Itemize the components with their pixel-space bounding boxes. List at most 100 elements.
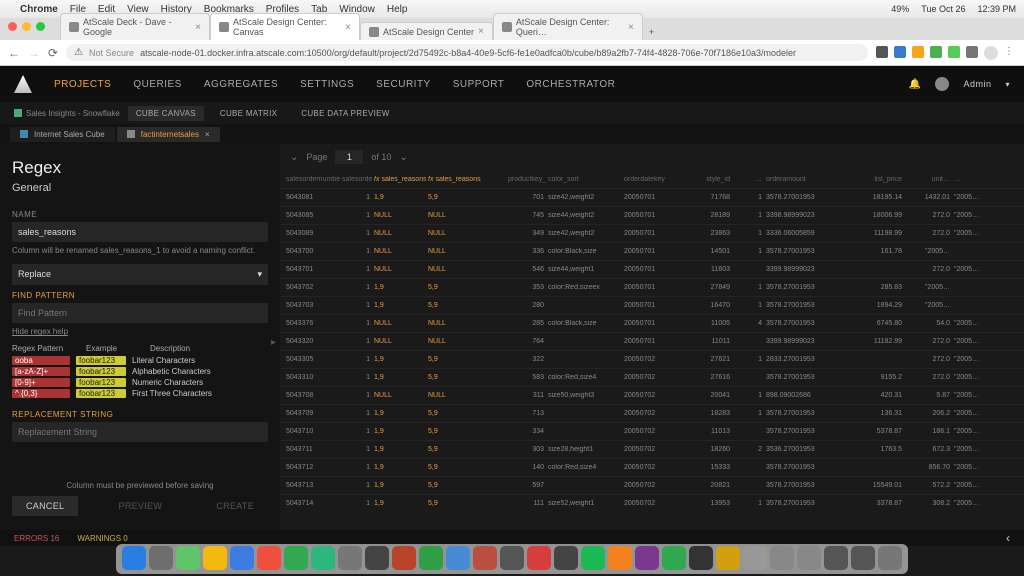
address-bar[interactable]: ⚠ Not Secure atscale-node-01.docker.infr… <box>66 44 868 61</box>
window-controls[interactable] <box>8 22 45 31</box>
table-row[interactable]: 504330511,95,9322200507022762112833.2700… <box>280 350 1024 368</box>
breadcrumb[interactable]: Sales Insights - Snowflake <box>14 109 120 118</box>
dock-app-icon[interactable] <box>149 546 173 570</box>
tab-cube-canvas[interactable]: CUBE CANVAS <box>128 106 204 121</box>
close-icon[interactable]: × <box>195 22 201 33</box>
zoom-window-icon[interactable] <box>36 22 45 31</box>
dock-app-icon[interactable] <box>419 546 443 570</box>
dock-app-icon[interactable] <box>797 546 821 570</box>
chevron-down-icon[interactable]: ⌄ <box>290 152 298 163</box>
table-row[interactable]: 504331011,95,9583color:Red,size420050702… <box>280 368 1024 386</box>
action-select[interactable]: Replace▾ <box>12 264 268 285</box>
close-icon[interactable]: × <box>478 26 484 37</box>
close-icon[interactable]: × <box>628 22 634 33</box>
table-row[interactable]: 504371111,95,9303size28,height1200507021… <box>280 440 1024 458</box>
user-label[interactable]: Admin <box>963 79 991 89</box>
tab-cube-data-preview[interactable]: CUBE DATA PREVIEW <box>293 106 397 121</box>
chevron-down-icon[interactable]: ⌄ <box>399 152 407 163</box>
table-row[interactable]: 504371011,95,933420050702110133578.27001… <box>280 422 1024 440</box>
ext-icon[interactable] <box>966 46 978 58</box>
ext-icon[interactable] <box>876 46 888 58</box>
dock-app-icon[interactable] <box>635 546 659 570</box>
close-icon[interactable]: × <box>205 130 210 139</box>
back-icon[interactable]: ← <box>8 46 20 60</box>
table-row[interactable]: 504370311,95,9280200507011647013578.2700… <box>280 296 1024 314</box>
bell-icon[interactable]: 🔔 <box>909 79 922 90</box>
minimize-window-icon[interactable] <box>22 22 31 31</box>
dock-app-icon[interactable] <box>527 546 551 570</box>
nav-orchestrator[interactable]: ORCHESTRATOR <box>526 79 615 90</box>
column-header[interactable]: productkey_sort <box>506 176 546 183</box>
dock-app-icon[interactable] <box>716 546 740 570</box>
column-header[interactable]: … <box>732 176 764 183</box>
chevron-down-icon[interactable]: ▾ <box>1005 80 1010 89</box>
column-header[interactable]: orderdatekey <box>622 176 684 183</box>
profile-icon[interactable] <box>984 46 998 60</box>
dock-app-icon[interactable] <box>851 546 875 570</box>
dock-app-icon[interactable] <box>122 546 146 570</box>
column-header[interactable]: unit… <box>904 176 952 183</box>
warnings-badge[interactable]: WARNINGS 0 <box>77 534 127 543</box>
table-row[interactable]: 50437011NULLNULL546size44,weight12005070… <box>280 260 1024 278</box>
column-header[interactable]: fxsales_reasons (1) <box>372 176 426 183</box>
dock-app-icon[interactable] <box>392 546 416 570</box>
table-row[interactable]: 50433201NULLNULL76420050701110113399.989… <box>280 332 1024 350</box>
expand-icon[interactable]: ▸ <box>271 337 276 348</box>
dock-app-icon[interactable] <box>878 546 902 570</box>
column-header[interactable]: style_id <box>684 176 732 183</box>
preview-button[interactable]: PREVIEW <box>105 496 177 516</box>
create-button[interactable]: CREATE <box>202 496 268 516</box>
cube-tab[interactable]: Internet Sales Cube <box>10 127 115 142</box>
browser-tab[interactable]: AtScale Design Center: Canvas× <box>210 13 360 40</box>
dock-app-icon[interactable] <box>689 546 713 570</box>
new-tab-button[interactable]: + <box>643 24 660 40</box>
table-row[interactable]: 504371311,95,959720050702208213578.27001… <box>280 476 1024 494</box>
column-header[interactable]: … <box>952 176 996 183</box>
menubar-app[interactable]: Chrome <box>20 4 58 15</box>
dock-app-icon[interactable] <box>203 546 227 570</box>
dock-app-icon[interactable] <box>176 546 200 570</box>
reload-icon[interactable]: ⟳ <box>48 46 58 60</box>
menu-help[interactable]: Help <box>387 4 408 15</box>
close-window-icon[interactable] <box>8 22 17 31</box>
dock-app-icon[interactable] <box>662 546 686 570</box>
column-header[interactable]: orderamount <box>764 176 848 183</box>
browser-tab[interactable]: AtScale Design Center× <box>360 22 493 40</box>
dock-app-icon[interactable] <box>824 546 848 570</box>
dock-app-icon[interactable] <box>365 546 389 570</box>
table-row[interactable]: 504371211,95,9140color:Red,size420050702… <box>280 458 1024 476</box>
column-header[interactable]: salesordernumber <box>284 176 340 183</box>
nav-support[interactable]: SUPPORT <box>453 79 505 90</box>
page-input[interactable] <box>335 150 363 164</box>
column-header[interactable]: salesorderlinenumber <box>340 176 372 183</box>
browser-tab[interactable]: AtScale Deck - Dave - Google× <box>60 13 210 40</box>
nav-aggregates[interactable]: AGGREGATES <box>204 79 278 90</box>
table-row[interactable]: 50437001NULLNULL336color:Black,size20050… <box>280 242 1024 260</box>
find-input[interactable] <box>12 303 268 323</box>
dock-app-icon[interactable] <box>473 546 497 570</box>
replacement-input[interactable] <box>12 422 268 442</box>
nav-security[interactable]: SECURITY <box>376 79 431 90</box>
column-header[interactable]: list_price <box>848 176 904 183</box>
table-row[interactable]: 50437081NULLNULL311size50,weight32005070… <box>280 386 1024 404</box>
dock-app-icon[interactable] <box>608 546 632 570</box>
table-row[interactable]: 50430851NULLNULL745size44,weight22005070… <box>280 206 1024 224</box>
dock-app-icon[interactable] <box>338 546 362 570</box>
tab-cube-matrix[interactable]: CUBE MATRIX <box>212 106 285 121</box>
nav-settings[interactable]: SETTINGS <box>300 79 354 90</box>
table-row[interactable]: 504308111,95,9701size42,weight2200507017… <box>280 188 1024 206</box>
dock-app-icon[interactable] <box>581 546 605 570</box>
browser-tab[interactable]: AtScale Design Center: Queri…× <box>493 13 643 40</box>
table-row[interactable]: 504370211,95,9353color:Red,sizeex2005070… <box>280 278 1024 296</box>
ext-icon[interactable] <box>930 46 942 58</box>
name-input[interactable] <box>12 222 268 242</box>
ext-icon[interactable] <box>948 46 960 58</box>
forward-icon[interactable]: → <box>28 46 40 60</box>
table-row[interactable]: 504370911,95,9713200507021828313578.2700… <box>280 404 1024 422</box>
table-row[interactable]: 50430891NULLNULL349size42,weight22005070… <box>280 224 1024 242</box>
kebab-icon[interactable]: ⋮ <box>1004 46 1016 58</box>
hide-help-link[interactable]: Hide regex help <box>12 327 268 336</box>
dock-app-icon[interactable] <box>554 546 578 570</box>
close-icon[interactable]: × <box>345 22 351 33</box>
nav-queries[interactable]: QUERIES <box>133 79 182 90</box>
